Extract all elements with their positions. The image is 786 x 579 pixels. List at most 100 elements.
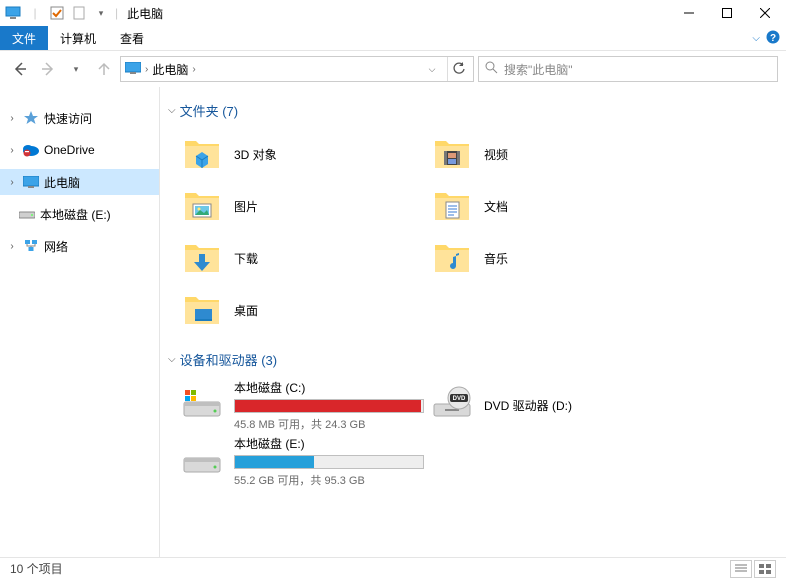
drive-stat: 45.8 MB 可用，共 24.3 GB [234,416,430,432]
folder-3d-objects[interactable]: 3D 对象 [180,128,430,180]
nav-forward-button[interactable] [36,57,60,81]
window-title: 此电脑 [127,5,163,22]
drive-bar [234,455,424,469]
chevron-right-icon[interactable]: › [145,64,148,75]
search-box[interactable]: 搜索"此电脑" [478,56,778,82]
folder-label: 3D 对象 [234,146,277,163]
address-toolbar: ▾ › 此电脑 › ⌵ 搜索"此电脑" [0,51,786,87]
address-dropdown-icon[interactable]: ⌵ [421,64,443,75]
folder-music-icon [430,236,474,280]
qat-checkbox-icon[interactable] [48,4,66,22]
folder-documents[interactable]: 文档 [430,180,680,232]
drive-name: 本地磁盘 (E:) [234,435,430,452]
minimize-button[interactable] [670,0,708,26]
nav-history-dropdown[interactable]: ▾ [64,57,88,81]
sidebar-item-onedrive[interactable]: › OneDrive [0,137,159,163]
chevron-right-icon[interactable]: › [6,177,18,188]
folder-label: 文档 [484,198,508,215]
status-bar: 10 个项目 [0,557,786,579]
drive-name: DVD 驱动器 (D:) [484,397,680,414]
navigation-pane: › 快速访问 › OneDrive › 此电脑 本地磁 [0,87,160,557]
folder-downloads[interactable]: 下载 [180,232,430,284]
drive-stat: 55.2 GB 可用，共 95.3 GB [234,472,430,488]
chevron-right-icon[interactable]: › [6,241,18,252]
sidebar-item-this-pc[interactable]: › 此电脑 [0,169,159,195]
folder-downloads-icon [180,236,224,280]
folder-desktop[interactable]: 桌面 [180,284,430,336]
qat-separator: | [26,4,44,22]
network-icon [22,237,40,255]
pc-icon [22,173,40,191]
drive-name: 本地磁盘 (C:) [234,379,430,396]
sidebar-item-label: 网络 [44,238,68,255]
drive-icon [18,205,36,223]
drive-c[interactable]: 本地磁盘 (C:) 45.8 MB 可用，共 24.3 GB [180,377,430,433]
folder-pictures-icon [180,184,224,228]
qat-dropdown-icon[interactable]: ▾ [92,4,110,22]
drive-e[interactable]: 本地磁盘 (E:) 55.2 GB 可用，共 95.3 GB [180,433,430,489]
view-icons-button[interactable] [754,560,776,578]
folder-label: 桌面 [234,302,258,319]
drive-bar [234,399,424,413]
qat-doc-icon[interactable] [70,4,88,22]
group-label: 文件夹 (7) [180,101,239,120]
drive-c-icon [180,383,224,427]
folder-3d-icon [180,132,224,176]
folder-music[interactable]: 音乐 [430,232,680,284]
chevron-right-icon[interactable]: › [6,113,18,124]
ribbon-expand-icon[interactable]: ⌵ [752,33,760,44]
main-area: › 快速访问 › OneDrive › 此电脑 本地磁 [0,87,786,557]
drive-fill [235,400,421,412]
folder-desktop-icon [180,288,224,332]
tab-file[interactable]: 文件 [0,26,48,50]
svg-text:?: ? [770,33,776,44]
sidebar-item-label: OneDrive [44,143,95,157]
drive-dvd[interactable]: DVD DVD 驱动器 (D:) [430,377,680,433]
content-pane: ⌵ 文件夹 (7) 3D 对象 视频 图片 [160,87,786,557]
onedrive-icon [22,141,40,159]
view-details-button[interactable] [730,560,752,578]
folder-label: 音乐 [484,250,508,267]
folder-label: 下载 [234,250,258,267]
sidebar-item-label: 快速访问 [44,110,92,127]
dvd-icon: DVD [430,383,474,427]
breadcrumb-this-pc[interactable]: 此电脑 [152,61,188,78]
sidebar-item-local-disk-e[interactable]: 本地磁盘 (E:) [0,201,159,227]
chevron-down-icon[interactable]: ⌵ [168,105,176,116]
tab-view[interactable]: 查看 [108,26,156,50]
help-icon[interactable]: ? [766,30,780,47]
folder-label: 视频 [484,146,508,163]
nav-up-button[interactable] [92,57,116,81]
maximize-button[interactable] [708,0,746,26]
chevron-right-icon[interactable]: › [6,145,18,156]
sidebar-item-label: 本地磁盘 (E:) [40,206,111,223]
svg-text:DVD: DVD [453,396,466,402]
chevron-down-icon[interactable]: ⌵ [168,354,176,365]
sidebar-item-network[interactable]: › 网络 [0,233,159,259]
folders-grid: 3D 对象 视频 图片 文档 [166,124,786,346]
refresh-button[interactable] [447,57,469,81]
address-bar[interactable]: › 此电脑 › ⌵ [120,56,474,82]
folder-videos-icon [430,132,474,176]
folder-label: 图片 [234,198,258,215]
folder-videos[interactable]: 视频 [430,128,680,180]
status-item-count: 10 个项目 [10,560,63,577]
qat-separator2: | [115,6,118,20]
star-icon [22,109,40,127]
sidebar-item-label: 此电脑 [44,174,80,191]
drives-grid: 本地磁盘 (C:) 45.8 MB 可用，共 24.3 GB DVD DVD 驱… [166,373,786,499]
ribbon-tabs: 文件 计算机 查看 ⌵ ? [0,26,786,51]
close-button[interactable] [746,0,784,26]
drive-e-icon [180,439,224,483]
titlebar: | ▾ | 此电脑 [0,0,786,26]
search-placeholder: 搜索"此电脑" [504,61,573,78]
group-header-folders[interactable]: ⌵ 文件夹 (7) [166,97,786,124]
nav-back-button[interactable] [8,57,32,81]
tab-computer[interactable]: 计算机 [48,26,108,50]
search-icon [485,61,498,77]
group-label: 设备和驱动器 (3) [180,350,278,369]
chevron-right-icon[interactable]: › [192,64,195,75]
sidebar-item-quick-access[interactable]: › 快速访问 [0,105,159,131]
group-header-drives[interactable]: ⌵ 设备和驱动器 (3) [166,346,786,373]
folder-pictures[interactable]: 图片 [180,180,430,232]
